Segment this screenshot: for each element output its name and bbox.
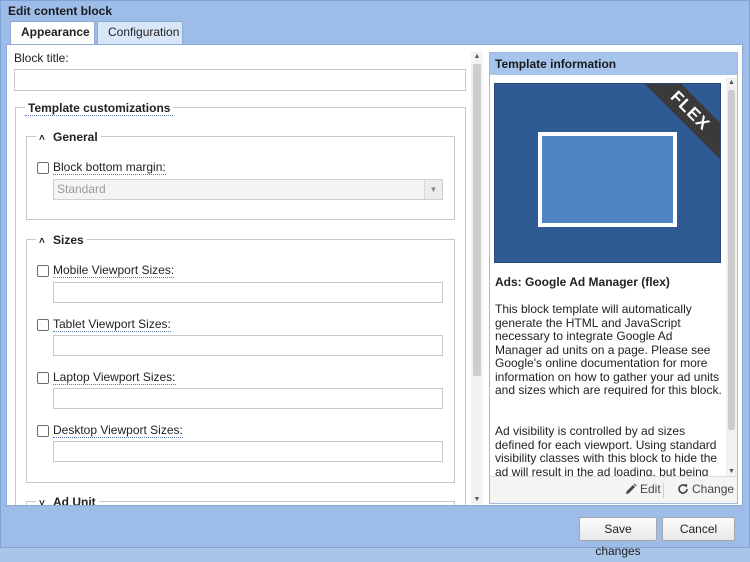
form-area: Block title: Template customizations ˄ Ge… bbox=[7, 45, 485, 505]
template-info-header: Template information bbox=[490, 53, 737, 75]
block-bottom-margin-label[interactable]: Block bottom margin: bbox=[53, 160, 166, 175]
sizes-legend-text: Sizes bbox=[53, 233, 84, 247]
block-title-input[interactable] bbox=[14, 69, 466, 91]
cancel-button[interactable]: Cancel bbox=[662, 517, 735, 541]
laptop-viewport-sizes-checkbox[interactable] bbox=[37, 372, 49, 384]
dialog-window: Edit content block Appearance Configurat… bbox=[0, 0, 750, 558]
pencil-icon bbox=[626, 483, 637, 494]
form-scrollbar-thumb[interactable] bbox=[473, 64, 481, 376]
scroll-up-arrow-icon[interactable]: ▲ bbox=[471, 53, 483, 60]
tablet-viewport-sizes-input[interactable] bbox=[53, 335, 443, 356]
chevron-up-icon: ˄ bbox=[39, 236, 45, 247]
desktop-viewport-sizes-checkbox[interactable] bbox=[37, 425, 49, 437]
block-bottom-margin-select[interactable]: Standard ▼ bbox=[53, 179, 443, 200]
laptop-viewport-sizes-label[interactable]: Laptop Viewport Sizes: bbox=[53, 370, 176, 385]
sizes-legend[interactable]: ˄ Sizes bbox=[36, 233, 87, 247]
template-description-2: Ad visibility is controlled by ad sizes … bbox=[495, 424, 718, 477]
general-legend[interactable]: ˄ General bbox=[36, 130, 101, 144]
edit-label: Edit bbox=[640, 482, 661, 496]
tab-panel: Block title: Template customizations ˄ Ge… bbox=[6, 44, 743, 506]
change-template-button[interactable]: Change bbox=[677, 482, 734, 496]
chevron-down-icon: ˅ bbox=[39, 498, 45, 505]
ad-frame-graphic bbox=[538, 132, 677, 227]
general-group bbox=[26, 136, 455, 220]
block-bottom-margin-value: Standard bbox=[57, 182, 106, 196]
template-info-panel: Template information FLEX Ads: Google Ad… bbox=[489, 52, 738, 504]
info-scrollbar[interactable]: ▲ ▼ bbox=[726, 78, 737, 476]
footer-divider bbox=[663, 483, 664, 498]
mobile-viewport-sizes-checkbox[interactable] bbox=[37, 265, 49, 277]
change-label: Change bbox=[692, 482, 735, 496]
dialog-title: Edit content block bbox=[8, 4, 113, 18]
info-scrollbar-thumb[interactable] bbox=[728, 90, 735, 430]
block-title-label: Block title: bbox=[14, 51, 69, 65]
laptop-viewport-sizes-input[interactable] bbox=[53, 388, 443, 409]
block-bottom-margin-checkbox[interactable] bbox=[37, 162, 49, 174]
desktop-viewport-sizes-label[interactable]: Desktop Viewport Sizes: bbox=[53, 423, 183, 438]
desktop-viewport-sizes-input[interactable] bbox=[53, 441, 443, 462]
scroll-down-arrow-icon[interactable]: ▼ bbox=[726, 468, 737, 475]
save-changes-button[interactable]: Save changes bbox=[579, 517, 657, 558]
ad-unit-legend-text: Ad Unit bbox=[53, 495, 96, 505]
template-customizations-legend: Template customizations bbox=[25, 101, 174, 116]
mobile-viewport-sizes-input[interactable] bbox=[53, 282, 443, 303]
template-info-footer: Edit Change bbox=[490, 476, 737, 503]
general-legend-text: General bbox=[53, 130, 98, 144]
template-preview-image: FLEX bbox=[494, 83, 721, 263]
template-info-body: FLEX Ads: Google Ad Manager (flex) This … bbox=[490, 75, 737, 477]
tab-configuration[interactable]: Configuration bbox=[97, 21, 183, 44]
chevron-down-icon: ▼ bbox=[424, 180, 442, 199]
refresh-icon bbox=[678, 484, 688, 494]
tab-appearance[interactable]: Appearance bbox=[10, 21, 95, 45]
mobile-viewport-sizes-label[interactable]: Mobile Viewport Sizes: bbox=[53, 263, 175, 278]
tablet-viewport-sizes-label[interactable]: Tablet Viewport Sizes: bbox=[53, 317, 171, 332]
scroll-up-arrow-icon[interactable]: ▲ bbox=[726, 79, 737, 86]
template-name: Ads: Google Ad Manager (flex) bbox=[495, 275, 670, 289]
form-scrollbar[interactable]: ▲ ▼ bbox=[471, 52, 483, 504]
scroll-down-arrow-icon[interactable]: ▼ bbox=[471, 496, 483, 503]
template-description-1: This block template will automatically g… bbox=[495, 302, 722, 397]
chevron-up-icon: ˄ bbox=[39, 133, 45, 144]
edit-template-button[interactable]: Edit bbox=[625, 482, 661, 496]
ad-unit-legend[interactable]: ˅ Ad Unit bbox=[36, 495, 99, 505]
tablet-viewport-sizes-checkbox[interactable] bbox=[37, 319, 49, 331]
